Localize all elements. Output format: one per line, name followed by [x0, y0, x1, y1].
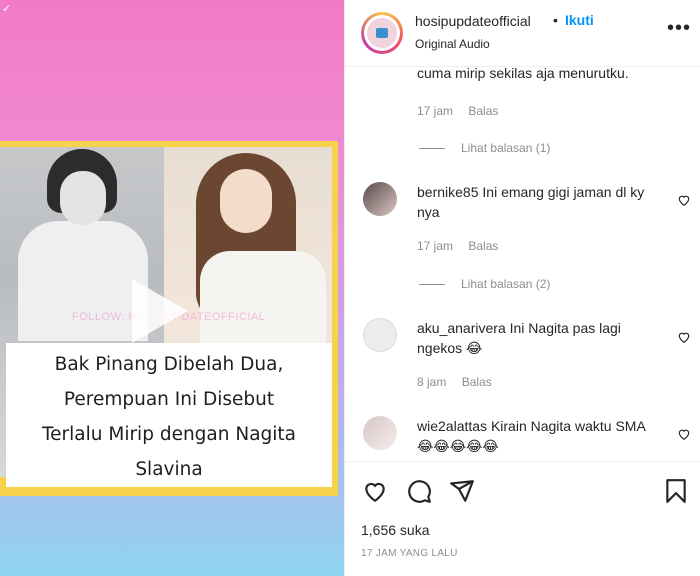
comment-time: 17 jam: [417, 239, 454, 253]
comment-username[interactable]: bernike85: [417, 184, 479, 200]
post-header: hosipupdateofficial • Ikuti Original Aud…: [345, 0, 700, 67]
reply-button[interactable]: Balas: [468, 239, 498, 253]
comments-list[interactable]: cuma mirip sekilas aja menurutku. 17 jam…: [345, 68, 700, 460]
comment-meta: 8 jam Balas: [417, 375, 504, 389]
comment-icon[interactable]: [406, 478, 432, 504]
figure-left-body: [18, 221, 148, 341]
figure-right-body: [200, 251, 326, 347]
comment: wie2alattas Kirain Nagita waktu SMA 😂😂😂😂…: [417, 416, 663, 456]
comment-meta: 17 jam Balas: [417, 239, 510, 253]
follow-button[interactable]: Ikuti: [565, 12, 594, 28]
likes-count[interactable]: 1,656 suka: [361, 522, 430, 538]
view-replies-button[interactable]: Lihat balasan (1): [419, 141, 550, 155]
caption-line-1: Bak Pinang Dibelah Dua,: [54, 354, 284, 375]
caption-line-3: Terlalu Mirip dengan Nagita: [41, 424, 297, 445]
avatar[interactable]: [363, 416, 397, 450]
heart-icon[interactable]: [677, 193, 691, 207]
avatar[interactable]: [363, 182, 397, 216]
video-thumbnail[interactable]: FOLLOW: HOSIPUPDATEOFFICIAL Bak Pinang D…: [0, 141, 338, 496]
caption-line-4: Slavina: [135, 459, 203, 480]
audio-link[interactable]: Original Audio: [415, 37, 490, 51]
play-icon[interactable]: [132, 279, 188, 343]
action-bar: 1,656 suka 17 JAM YANG LALU: [345, 461, 700, 576]
reply-button[interactable]: Balas: [468, 104, 498, 118]
bookmark-icon[interactable]: [663, 478, 689, 504]
heart-icon[interactable]: [362, 478, 388, 504]
comment-meta: 17 jam Balas: [417, 104, 510, 118]
share-icon[interactable]: [449, 478, 475, 504]
post-media[interactable]: ✓ FOLLOW: HOSIPUPDATEOFFICIAL Bak Pinang…: [0, 0, 344, 576]
separator-dot: •: [553, 12, 558, 28]
comment-text: cuma mirip sekilas aja menurutku.: [417, 68, 629, 81]
heart-icon[interactable]: [677, 427, 691, 441]
heart-icon[interactable]: [677, 330, 691, 344]
username-link[interactable]: hosipupdateofficial: [415, 13, 531, 29]
comment-username[interactable]: aku_anarivera: [417, 320, 506, 336]
caption-line-2: Perempuan Ini Disebut: [63, 389, 275, 410]
post-caption: Bak Pinang Dibelah Dua, Perempuan Ini Di…: [6, 343, 332, 487]
figure-left-face: [60, 171, 106, 225]
comment-time: 8 jam: [417, 375, 447, 389]
post-timestamp[interactable]: 17 JAM YANG LALU: [361, 548, 458, 559]
post-sidebar: hosipupdateofficial • Ikuti Original Aud…: [344, 0, 700, 576]
comment: aku_anarivera Ini Nagita pas lagi ngekos…: [417, 318, 663, 358]
avatar[interactable]: [361, 12, 403, 54]
comment-username[interactable]: wie2alattas: [417, 418, 487, 434]
reply-button[interactable]: Balas: [462, 375, 492, 389]
figure-right-face: [220, 169, 272, 233]
avatar[interactable]: [363, 318, 397, 352]
more-horizontal-icon[interactable]: •••: [667, 18, 691, 38]
view-replies-button[interactable]: Lihat balasan (2): [419, 277, 550, 291]
chevron-icon: ✓: [2, 3, 12, 15]
comment-time: 17 jam: [417, 104, 454, 118]
comment: bernike85 Ini emang gigi jaman dl ky nya: [417, 182, 663, 222]
